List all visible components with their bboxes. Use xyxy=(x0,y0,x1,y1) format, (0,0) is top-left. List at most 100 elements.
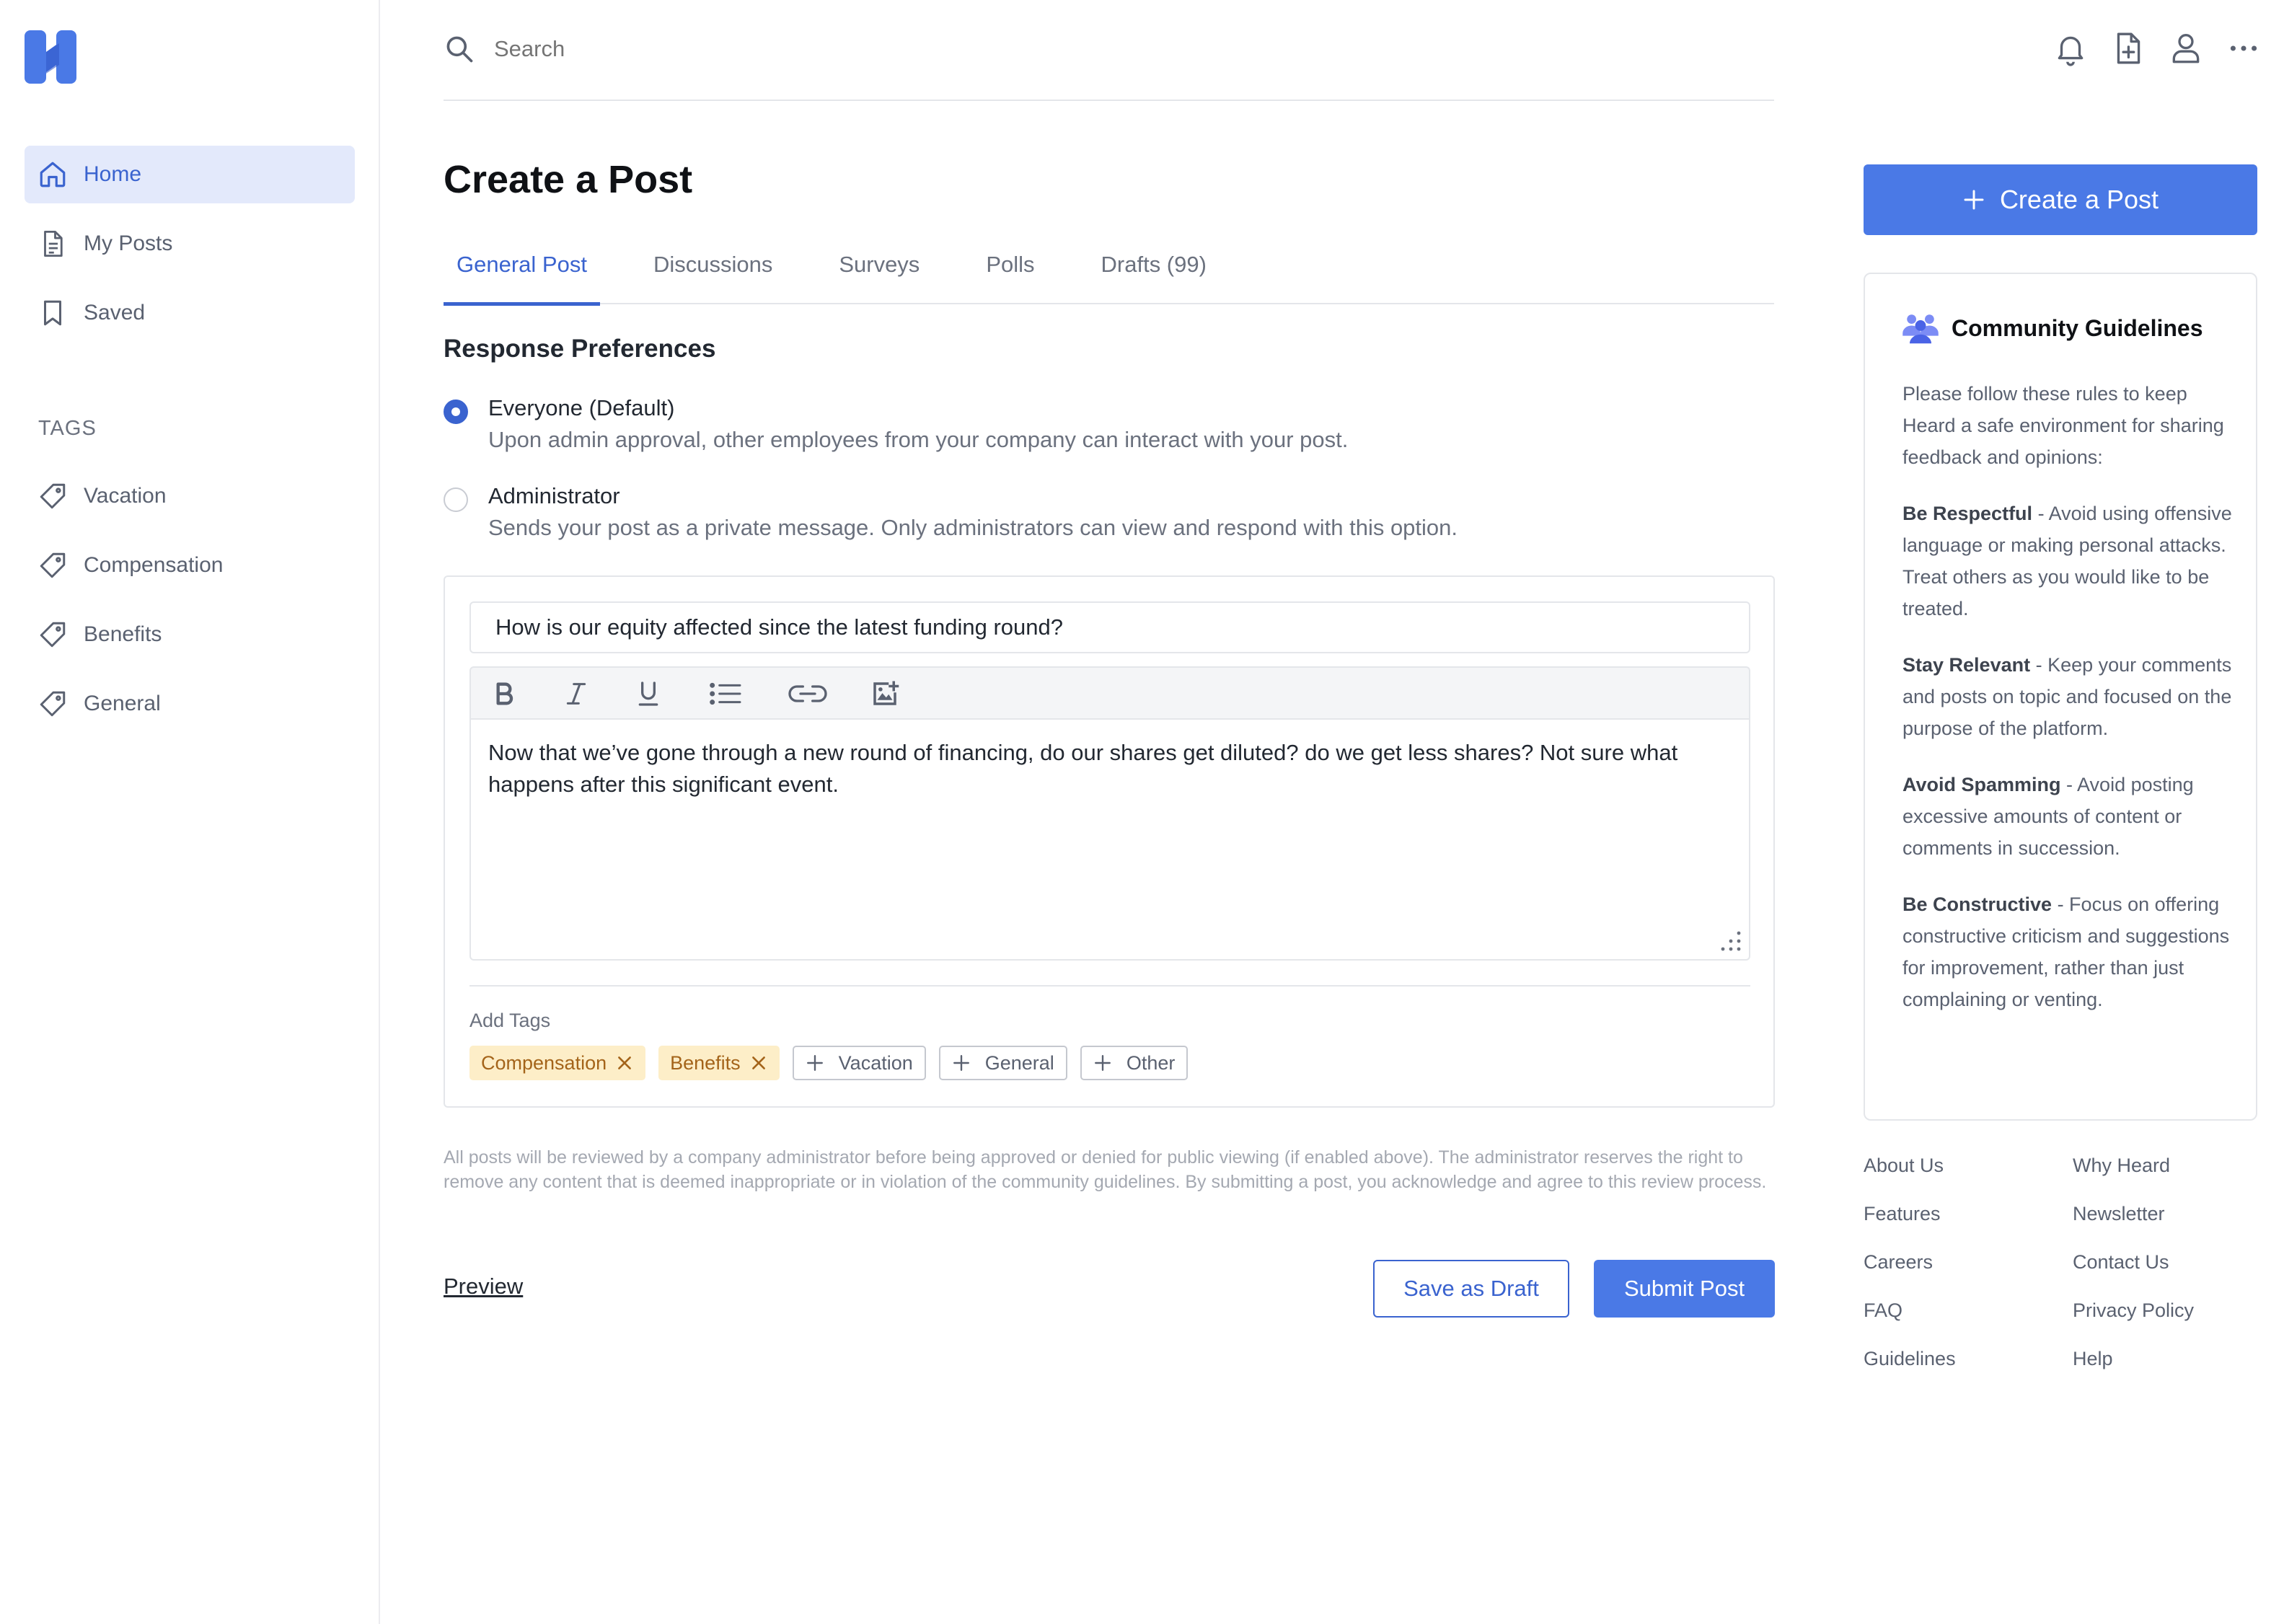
guidelines-header: Community Guidelines xyxy=(1902,312,2203,345)
selected-tag-benefits[interactable]: Benefits xyxy=(658,1046,780,1080)
link-button[interactable] xyxy=(785,676,830,711)
guidelines-intro: Please follow these rules to keep Heard … xyxy=(1902,383,2224,468)
document-icon xyxy=(44,230,63,257)
italic-button[interactable] xyxy=(559,676,594,711)
review-disclaimer: All posts will be reviewed by a company … xyxy=(444,1147,1767,1192)
footer-link-faq[interactable]: FAQ xyxy=(1864,1299,2073,1323)
tag-icon xyxy=(40,622,66,648)
underline-button[interactable] xyxy=(631,676,666,711)
rule-name: Be Respectful xyxy=(1902,503,2033,524)
guideline-rule: Be Constructive - Focus on offering cons… xyxy=(1902,888,2234,1015)
save-draft-button[interactable]: Save as Draft xyxy=(1373,1260,1569,1318)
plus-icon xyxy=(1964,190,1984,210)
tag-chip-label: Other xyxy=(1126,1051,1176,1074)
create-post-label: Create a Post xyxy=(1999,185,2159,214)
resize-handle-icon[interactable] xyxy=(1720,930,1742,952)
tab-general-post[interactable]: General Post xyxy=(444,242,600,306)
tag-item-benefits[interactable]: Benefits xyxy=(25,606,355,663)
plus-icon xyxy=(806,1055,823,1071)
guideline-rule: Avoid Spamming - Avoid posting excessive… xyxy=(1902,769,2234,864)
footer-link-why-heard[interactable]: Why Heard xyxy=(2073,1154,2257,1178)
footer-link-privacy-policy[interactable]: Privacy Policy xyxy=(2073,1299,2257,1323)
footer-link-features[interactable]: Features xyxy=(1864,1202,2073,1226)
tag-item-general[interactable]: General xyxy=(25,675,355,733)
footer-link-help[interactable]: Help xyxy=(2073,1347,2257,1371)
tab-polls[interactable]: Polls xyxy=(973,242,1047,304)
footer-link-newsletter[interactable]: Newsletter xyxy=(2073,1202,2257,1226)
tag-item-vacation[interactable]: Vacation xyxy=(25,467,355,525)
tag-icon xyxy=(40,483,66,509)
create-post-button[interactable]: Create a Post xyxy=(1864,164,2257,235)
add-tag-vacation[interactable]: Vacation xyxy=(792,1046,926,1080)
plus-icon xyxy=(953,1055,969,1071)
footer-link-careers[interactable]: Careers xyxy=(1864,1250,2073,1274)
tab-surveys[interactable]: Surveys xyxy=(826,242,932,304)
page-title: Create a Post xyxy=(444,158,693,201)
subject-input[interactable]: How is our equity affected since the lat… xyxy=(469,601,1750,653)
nav-item-home[interactable]: Home xyxy=(25,146,355,203)
nav-label-home: Home xyxy=(84,162,142,186)
footer-link-about-us[interactable]: About Us xyxy=(1864,1154,2073,1178)
list-button[interactable] xyxy=(703,676,748,711)
underline-icon xyxy=(638,681,658,706)
option-everyone-desc: Upon admin approval, other employees fro… xyxy=(488,427,1349,452)
search-input[interactable] xyxy=(494,36,1143,62)
tag-icon xyxy=(40,552,66,578)
heard-logo[interactable] xyxy=(25,30,81,84)
post-body-textarea[interactable]: Now that we’ve gone through a new round … xyxy=(469,718,1750,961)
plus-icon xyxy=(1094,1055,1111,1071)
radio-administrator[interactable] xyxy=(444,487,468,512)
main-nav: Home My Posts Saved xyxy=(25,146,355,353)
more-icon[interactable] xyxy=(2226,29,2262,68)
post-body-text: Now that we’ve gone through a new round … xyxy=(488,740,1678,797)
top-actions xyxy=(2052,29,2262,68)
tag-label-vacation: Vacation xyxy=(84,484,167,508)
sidebar: Home My Posts Saved TAGS Vacation Compen… xyxy=(0,0,380,1624)
add-tags-label: Add Tags xyxy=(469,1010,551,1031)
user-icon[interactable] xyxy=(2168,29,2204,68)
nav-item-saved[interactable]: Saved xyxy=(25,284,355,342)
bookmark-icon xyxy=(44,300,61,326)
image-button[interactable] xyxy=(868,676,902,711)
add-tag-general[interactable]: General xyxy=(938,1046,1067,1080)
community-icon xyxy=(1902,314,1939,344)
formatting-toolbar xyxy=(469,666,1750,720)
footer-link-guidelines[interactable]: Guidelines xyxy=(1864,1347,2073,1371)
tag-label-compensation: Compensation xyxy=(84,553,224,577)
tag-chip-row: Compensation Benefits Vacation General O… xyxy=(469,1046,1189,1080)
search-bar xyxy=(444,23,1774,101)
add-tag-other[interactable]: Other xyxy=(1080,1046,1189,1080)
nav-item-my-posts[interactable]: My Posts xyxy=(25,215,355,273)
radio-everyone[interactable] xyxy=(444,400,468,424)
preview-link[interactable]: Preview xyxy=(444,1274,523,1299)
tag-label-general: General xyxy=(84,692,161,715)
post-editor: How is our equity affected since the lat… xyxy=(444,575,1775,1108)
tab-discussions[interactable]: Discussions xyxy=(640,242,785,304)
new-document-icon[interactable] xyxy=(2110,29,2146,68)
italic-icon xyxy=(566,683,586,705)
tag-chip-label: Compensation xyxy=(481,1051,607,1074)
guideline-rule: Stay Relevant - Keep your comments and p… xyxy=(1902,649,2234,744)
close-icon[interactable] xyxy=(615,1054,634,1072)
bell-icon[interactable] xyxy=(2052,29,2089,68)
rule-name: Avoid Spamming xyxy=(1902,774,2061,795)
close-icon[interactable] xyxy=(749,1054,768,1072)
tab-drafts[interactable]: Drafts (99) xyxy=(1088,242,1220,304)
image-icon xyxy=(873,681,899,705)
tags-heading: TAGS xyxy=(38,417,97,440)
footer-link-contact-us[interactable]: Contact Us xyxy=(2073,1250,2257,1274)
tag-item-compensation[interactable]: Compensation xyxy=(25,537,355,594)
bold-button[interactable] xyxy=(487,676,521,711)
selected-tag-compensation[interactable]: Compensation xyxy=(469,1046,646,1080)
footer-links: About Us Why Heard Features Newsletter C… xyxy=(1864,1154,2257,1371)
rule-name: Be Constructive xyxy=(1902,893,2052,915)
nav-label-saved: Saved xyxy=(84,301,146,325)
bold-icon xyxy=(496,682,513,705)
post-type-tabs: General Post Discussions Surveys Polls D… xyxy=(444,242,1774,306)
option-everyone-title: Everyone (Default) xyxy=(488,395,675,420)
guideline-rule: Be Respectful - Avoid using offensive la… xyxy=(1902,498,2234,625)
tag-icon xyxy=(40,691,66,717)
submit-post-button[interactable]: Submit Post xyxy=(1594,1260,1775,1318)
option-administrator-title: Administrator xyxy=(488,483,620,508)
search-icon[interactable] xyxy=(444,33,475,65)
